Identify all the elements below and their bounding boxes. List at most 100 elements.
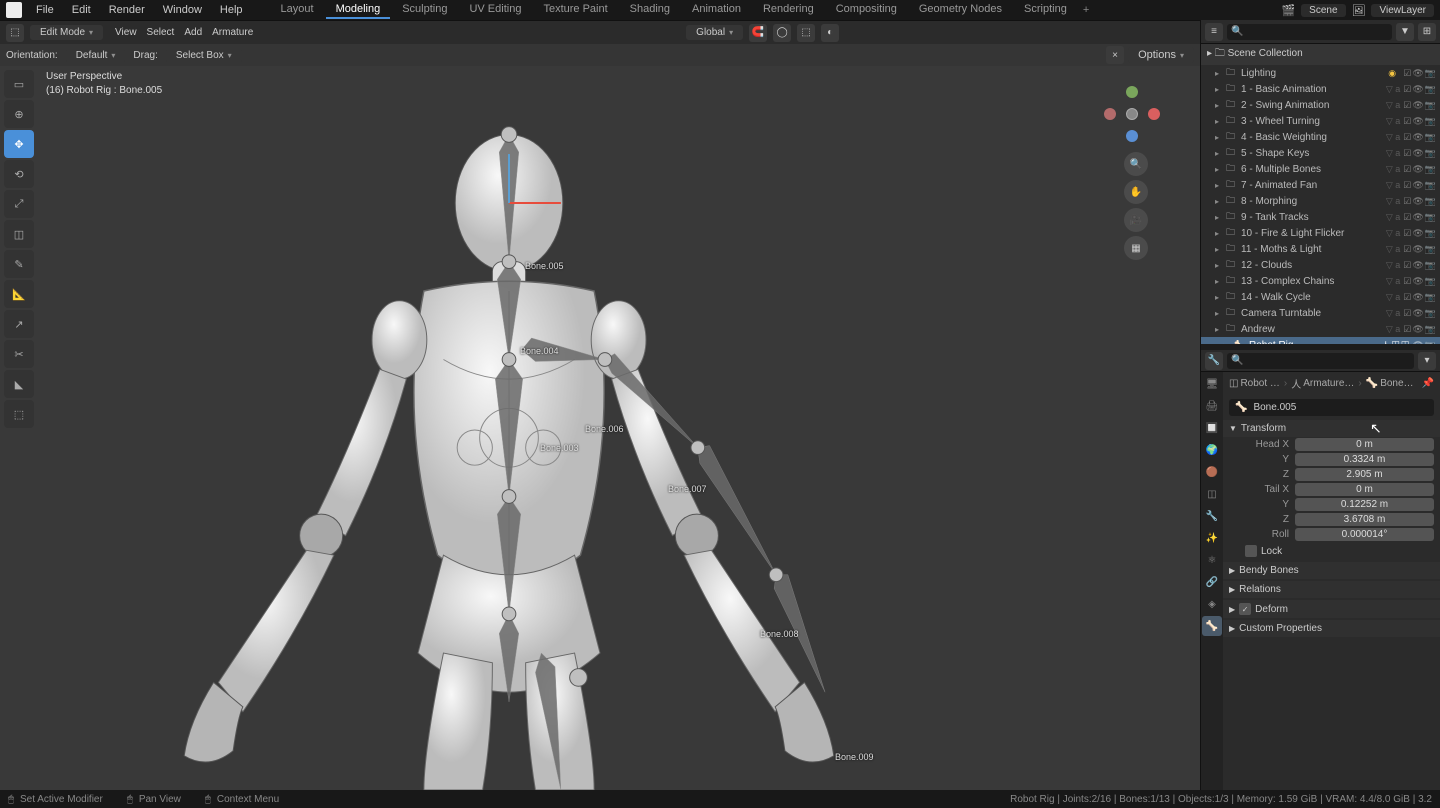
tab-texture-paint[interactable]: Texture Paint [533,1,617,19]
bone-name-field[interactable]: 🦴 Bone.005 [1229,399,1434,416]
deform-panel-header[interactable]: ▶✓Deform [1223,600,1440,618]
tab-compositing[interactable]: Compositing [826,1,907,19]
mode-dropdown[interactable]: Edit Mode [30,25,103,40]
outliner-search[interactable]: 🔍 [1227,24,1392,40]
outliner-row[interactable]: ▸🗀13 - Complex Chains▽ a☑👁📷 [1201,273,1440,289]
outliner-row[interactable]: ▸🗀7 - Animated Fan▽ a☑👁📷 [1201,177,1440,193]
global-dropdown[interactable]: Global [686,25,743,40]
bevel-tool[interactable]: ◣ [4,370,34,398]
outliner-row[interactable]: ▸🗀3 - Wheel Turning▽ a☑👁📷 [1201,113,1440,129]
tab-sculpting[interactable]: Sculpting [392,1,457,19]
tab-uv-editing[interactable]: UV Editing [459,1,531,19]
relations-panel-header[interactable]: ▶Relations [1223,581,1440,598]
transform-tool[interactable]: ◫ [4,220,34,248]
tab-rendering[interactable]: Rendering [753,1,824,19]
move-tool[interactable]: ✥ [4,130,34,158]
header-menu-view[interactable]: View [115,27,137,38]
proportional-icon[interactable]: ◯ [773,24,791,42]
opt1-icon[interactable]: ⬚ [797,24,815,42]
outliner-row[interactable]: ▸🗀5 - Shape Keys▽ a☑👁📷 [1201,145,1440,161]
extrude-tool[interactable]: ↗ [4,310,34,338]
transform-panel-header[interactable]: ▼Transform [1223,420,1440,437]
outliner-row[interactable]: ▸🗀1 - Basic Animation▽ a☑👁📷 [1201,81,1440,97]
viewlayer-name[interactable]: ViewLayer [1371,4,1434,17]
tab-geometry-nodes[interactable]: Geometry Nodes [909,1,1012,19]
scale-tool[interactable]: ⤢ [4,190,34,218]
outliner-row[interactable]: ▸🗀14 - Walk Cycle▽ a☑👁📷 [1201,289,1440,305]
outliner-editor-icon[interactable]: ≡ [1205,23,1223,41]
tab-modeling[interactable]: Modeling [326,1,391,19]
outliner-row[interactable]: ▸🗀8 - Morphing▽ a☑👁📷 [1201,193,1440,209]
menu-help[interactable]: Help [212,2,251,18]
proptab-modifier[interactable]: 🔧 [1202,506,1222,526]
proptab-scene[interactable]: 🌍 [1202,440,1222,460]
props-search[interactable]: 🔍 [1227,353,1414,369]
annotate-tool[interactable]: ✎ [4,250,34,278]
outliner-row[interactable]: ▸🗀2 - Swing Animation▽ a☑👁📷 [1201,97,1440,113]
new-collection-icon[interactable]: ⊞ [1418,23,1436,41]
proptab-constraint[interactable]: 🔗 [1202,572,1222,592]
outliner-row[interactable]: ▸🗀Andrew▽ a☑👁📷 [1201,321,1440,337]
nav-gizmo[interactable] [1104,86,1160,142]
menu-edit[interactable]: Edit [64,2,99,18]
3d-viewport[interactable]: User Perspective (16) Robot Rig : Bone.0… [0,66,1200,790]
editor-type-icon[interactable]: ⬚ [6,24,24,42]
drag-dropdown[interactable]: Select Box [166,48,242,63]
custom-props-panel-header[interactable]: ▶Custom Properties [1223,620,1440,637]
outliner-row[interactable]: ▸🗀10 - Fire & Light Flicker▽ a☑👁📷 [1201,225,1440,241]
outliner-row[interactable]: ▸🗀12 - Clouds▽ a☑👁📷 [1201,257,1440,273]
outliner-row[interactable]: ▸🗀 Lighting ◉ ☑👁📷 [1201,65,1440,81]
options-dropdown[interactable]: Options [1128,47,1194,63]
proptab-bone[interactable]: 🦴 [1202,616,1222,636]
outliner-row[interactable]: ▸🗀6 - Multiple Bones▽ a☑👁📷 [1201,161,1440,177]
menu-render[interactable]: Render [101,2,153,18]
proptab-output[interactable]: 🖨 [1202,396,1222,416]
deform-checkbox[interactable]: ✓ [1239,603,1251,615]
tab-shading[interactable]: Shading [620,1,680,19]
zoom-icon[interactable]: 🔍 [1124,152,1148,176]
prop-value[interactable]: 2.905 m [1295,468,1434,481]
outliner-row-active[interactable]: ▸🦴 Robot Rig 人◫◫ 👁📷 [1201,337,1440,344]
props-editor-icon[interactable]: 🔧 [1205,352,1223,370]
filter-icon[interactable]: ▼ [1396,23,1414,41]
proptab-object[interactable]: ◫ [1202,484,1222,504]
scene-name[interactable]: Scene [1301,4,1345,17]
prop-value[interactable]: 0.000014° [1295,528,1434,541]
prop-value[interactable]: 0.3324 m [1295,453,1434,466]
props-opt-icon[interactable]: ▾ [1418,352,1436,370]
prop-value[interactable]: 3.6708 m [1295,513,1434,526]
orientation-dropdown[interactable]: Default [66,48,126,63]
tab-animation[interactable]: Animation [682,1,751,19]
prop-value[interactable]: 0 m [1295,438,1434,451]
snap-icon[interactable]: 🧲 [749,24,767,42]
rotate-tool[interactable]: ⟲ [4,160,34,188]
outliner-row[interactable]: ▸🗀11 - Moths & Light▽ a☑👁📷 [1201,241,1440,257]
cursor-tool[interactable]: ▭ [4,70,34,98]
knife-tool[interactable]: ✂ [4,340,34,368]
proptab-render[interactable]: 🖥 [1202,374,1222,394]
ortho-icon[interactable]: ▦ [1124,236,1148,260]
tab-layout[interactable]: Layout [271,1,324,19]
prop-value[interactable]: 0.12252 m [1295,498,1434,511]
proptab-view[interactable]: 🔲 [1202,418,1222,438]
menu-file[interactable]: File [28,2,62,18]
header-menu-armature[interactable]: Armature [212,27,253,38]
scene-collection-row[interactable]: ▸ 🗀 Scene Collection [1201,44,1440,65]
pin-icon[interactable]: 📌 [1422,378,1434,389]
outliner-row[interactable]: ▸🗀Camera Turntable▽ a☑👁📷 [1201,305,1440,321]
select-tool[interactable]: ⊕ [4,100,34,128]
measure-tool[interactable]: 📐 [4,280,34,308]
header-menu-add[interactable]: Add [184,27,202,38]
vp-close-icon[interactable]: × [1106,46,1124,64]
bendy-panel-header[interactable]: ▶Bendy Bones [1223,562,1440,579]
lock-checkbox[interactable] [1245,545,1257,557]
proptab-particle[interactable]: ✨ [1202,528,1222,548]
pan-icon[interactable]: ✋ [1124,180,1148,204]
app-logo[interactable] [6,2,22,18]
menu-window[interactable]: Window [155,2,210,18]
prop-value[interactable]: 0 m [1295,483,1434,496]
add-workspace[interactable]: + [1083,4,1089,16]
camera-icon[interactable]: 🎥 [1124,208,1148,232]
header-menu-select[interactable]: Select [147,27,175,38]
opt2-icon[interactable]: ◐ [821,24,839,42]
